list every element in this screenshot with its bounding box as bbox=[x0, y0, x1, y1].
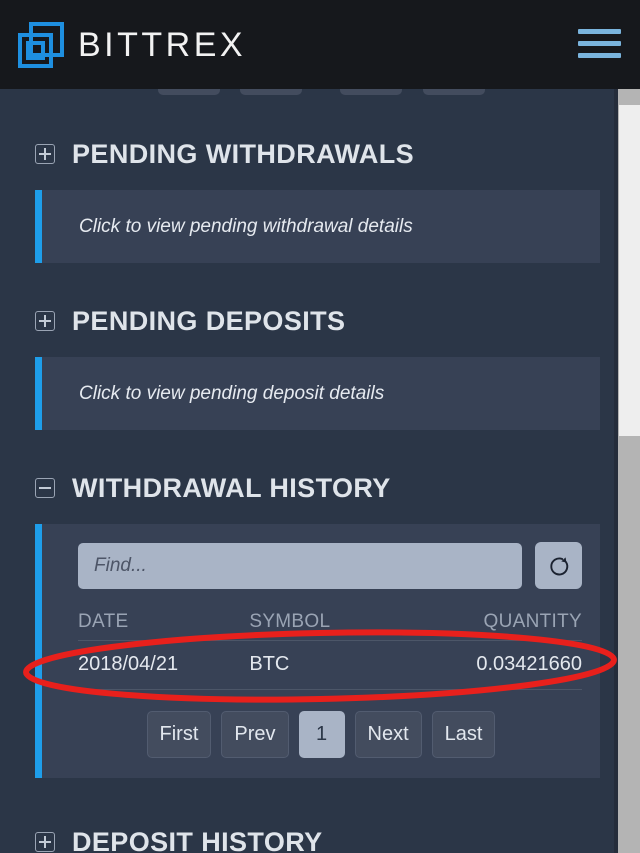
column-header-date[interactable]: DATE bbox=[78, 611, 250, 641]
section-header-pending-deposits[interactable]: PENDING DEPOSITS bbox=[0, 299, 618, 343]
plus-square-icon[interactable] bbox=[35, 832, 55, 852]
pagination-page-1-button[interactable]: 1 bbox=[298, 711, 345, 758]
table-header-row: DATE SYMBOL QUANTITY bbox=[78, 611, 582, 641]
app-root: PENDING WITHDRAWALS Click to view pendin… bbox=[0, 0, 640, 853]
pagination-controls: First Prev 1 Next Last bbox=[60, 711, 582, 758]
section-header-withdrawal-history[interactable]: WITHDRAWAL HISTORY bbox=[0, 466, 618, 510]
pagination-next-button[interactable]: Next bbox=[354, 711, 422, 758]
plus-square-icon[interactable] bbox=[35, 311, 55, 331]
minus-square-icon[interactable] bbox=[35, 478, 55, 498]
section-title-withdrawal-history: WITHDRAWAL HISTORY bbox=[72, 472, 391, 503]
pending-withdrawals-message: Click to view pending withdrawal details bbox=[79, 216, 413, 237]
section-header-pending-withdrawals[interactable]: PENDING WITHDRAWALS bbox=[0, 132, 618, 176]
refresh-button[interactable] bbox=[535, 542, 582, 589]
pagination-prev-button[interactable]: Prev bbox=[221, 711, 289, 758]
withdrawal-history-search-row bbox=[60, 542, 582, 589]
cell-symbol: BTC bbox=[249, 640, 416, 690]
pending-withdrawals-panel[interactable]: Click to view pending withdrawal details bbox=[35, 190, 600, 263]
vertical-scrollbar[interactable] bbox=[618, 89, 640, 853]
bittrex-squares-logo-icon bbox=[18, 21, 64, 68]
pending-deposits-panel[interactable]: Click to view pending deposit details bbox=[35, 357, 600, 430]
section-title-pending-withdrawals: PENDING WITHDRAWALS bbox=[72, 138, 415, 169]
pagination-first-button[interactable]: First bbox=[146, 711, 212, 758]
search-input[interactable] bbox=[78, 542, 522, 589]
plus-square-icon[interactable] bbox=[35, 144, 55, 164]
hamburger-menu-icon[interactable] bbox=[578, 22, 624, 64]
scrollbar-thumb[interactable] bbox=[619, 105, 640, 436]
brand-name: BITTREX bbox=[78, 25, 247, 64]
app-header: BITTREX bbox=[0, 0, 640, 89]
cell-date: 2018/04/21 bbox=[78, 640, 250, 690]
section-title-pending-deposits: PENDING DEPOSITS bbox=[72, 305, 346, 336]
section-title-deposit-history: DEPOSIT HISTORY bbox=[72, 826, 323, 853]
pagination-last-button[interactable]: Last bbox=[431, 711, 496, 758]
withdrawal-history-panel: DATE SYMBOL QUANTITY 2018/04/21 BTC 0.03… bbox=[35, 524, 600, 778]
partially-hidden-button-row bbox=[0, 83, 618, 103]
table-row[interactable]: 2018/04/21 BTC 0.03421660 bbox=[78, 640, 582, 690]
page-scroll-container[interactable]: PENDING WITHDRAWALS Click to view pendin… bbox=[0, 89, 618, 853]
withdrawal-history-table-wrap: DATE SYMBOL QUANTITY 2018/04/21 BTC 0.03… bbox=[60, 611, 582, 690]
withdrawal-history-table: DATE SYMBOL QUANTITY 2018/04/21 BTC 0.03… bbox=[78, 611, 582, 690]
section-header-deposit-history[interactable]: DEPOSIT HISTORY bbox=[0, 820, 618, 853]
brand-logo-group[interactable]: BITTREX bbox=[18, 21, 247, 68]
cell-quantity: 0.03421660 bbox=[415, 640, 582, 690]
column-header-quantity[interactable]: QUANTITY bbox=[415, 611, 582, 641]
refresh-icon bbox=[549, 556, 568, 575]
column-header-symbol[interactable]: SYMBOL bbox=[249, 611, 416, 641]
pending-deposits-message: Click to view pending deposit details bbox=[79, 383, 385, 404]
